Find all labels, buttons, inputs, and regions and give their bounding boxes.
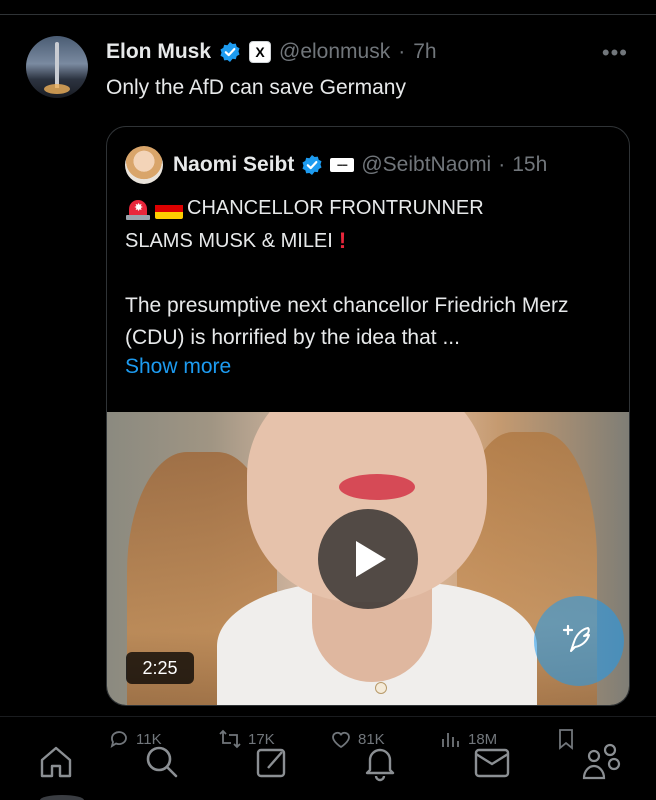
play-icon[interactable] — [318, 509, 418, 609]
tweet-time[interactable]: 7h — [413, 40, 436, 64]
quoted-author-handle[interactable]: @SeibtNaomi — [361, 153, 491, 177]
police-light-icon: ✸ — [125, 198, 151, 220]
compose-fab-button[interactable] — [534, 596, 624, 686]
video-duration: 2:25 — [126, 652, 194, 684]
messages-icon[interactable] — [472, 742, 512, 782]
nav-divider — [0, 716, 656, 717]
exclamation-icon: ! — [338, 228, 347, 253]
home-icon[interactable] — [36, 742, 76, 782]
author-handle[interactable]: @elonmusk — [279, 40, 390, 64]
author-avatar[interactable] — [26, 36, 88, 98]
compose-icon[interactable] — [252, 742, 292, 782]
author-name[interactable]: Elon Musk — [106, 40, 211, 64]
search-icon[interactable] — [142, 742, 182, 782]
headline-line-2: SLAMS MUSK & MILEI ! — [125, 228, 346, 254]
quoted-tweet-body: The presumptive next chancellor Friedric… — [125, 294, 569, 349]
headline-text-2: SLAMS MUSK & MILEI — [125, 229, 333, 252]
quoted-author-avatar[interactable] — [125, 146, 163, 184]
tweet-text: Only the AfD can save Germany — [106, 76, 406, 99]
affiliation-badge-icon[interactable]: ▬▬ — [330, 158, 355, 172]
germany-flag-icon — [155, 198, 183, 219]
bottom-navigation — [0, 718, 656, 800]
affiliation-badge[interactable]: X — [249, 41, 272, 63]
separator-dot: · — [498, 153, 506, 176]
quoted-tweet-header: Naomi Seibt ▬▬ @SeibtNaomi · 15h — [173, 150, 547, 180]
next-tweet-avatar[interactable] — [40, 795, 84, 800]
communities-icon[interactable] — [580, 742, 624, 782]
separator-dot: · — [398, 40, 406, 63]
headline-text-1: CHANCELLOR FRONTRUNNER — [187, 197, 484, 219]
quoted-author-name[interactable]: Naomi Seibt — [173, 153, 294, 177]
verified-icon — [220, 42, 240, 62]
verified-icon — [302, 155, 322, 175]
headline-line-1: ✸ CHANCELLOR FRONTRUNNER — [125, 197, 484, 220]
notifications-icon[interactable] — [360, 742, 400, 782]
more-horizontal-icon[interactable]: ••• — [602, 40, 628, 66]
feather-plus-icon — [562, 624, 590, 652]
tweet-header: Elon Musk X @elonmusk · 7h — [106, 38, 437, 66]
quoted-tweet-time[interactable]: 15h — [512, 153, 547, 177]
top-divider — [0, 14, 656, 15]
show-more-link[interactable]: Show more — [125, 355, 231, 379]
